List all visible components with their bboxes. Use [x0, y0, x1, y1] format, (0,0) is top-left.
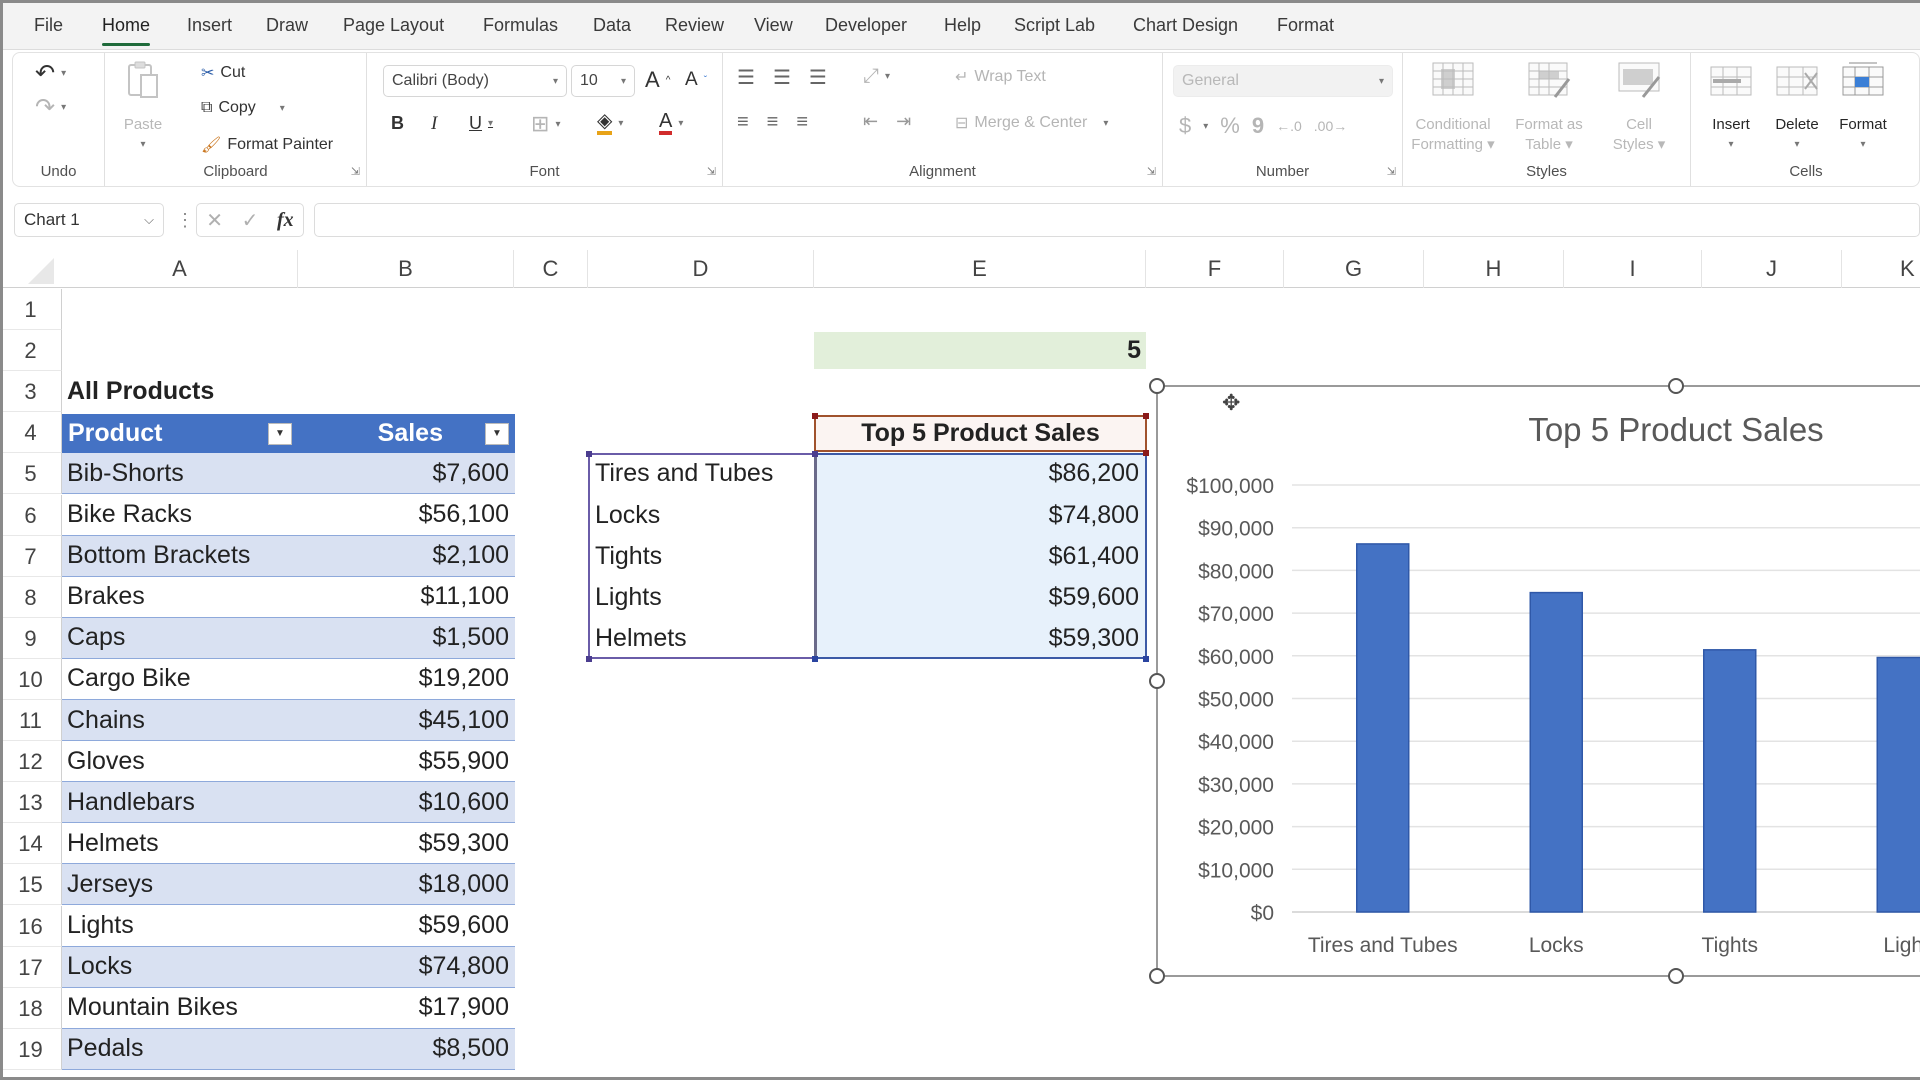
x-tick-label: Tires and Tubes: [1308, 934, 1458, 957]
bar-tires-and-tubes[interactable]: [1356, 543, 1410, 913]
y-tick-label: $80,000: [1198, 560, 1274, 583]
resize-handle[interactable]: [1668, 968, 1684, 984]
y-tick-label: $0: [1251, 902, 1274, 925]
resize-handle[interactable]: [1149, 673, 1165, 689]
bar-locks[interactable]: [1529, 591, 1583, 913]
x-tick-label: Ligh: [1883, 934, 1920, 957]
move-cursor-icon: ✥: [1222, 390, 1241, 415]
y-tick-label: $30,000: [1198, 774, 1274, 797]
resize-handle[interactable]: [1149, 378, 1165, 394]
resize-handle[interactable]: [1149, 968, 1165, 984]
chart[interactable]: $0 $10,000 $20,000 $30,000 $40,000 $50,000 $60…: [0, 0, 1920, 1080]
y-tick-label: $10,000: [1198, 859, 1274, 882]
x-tick-label: Locks: [1529, 934, 1584, 957]
y-tick-label: $100,000: [1186, 475, 1274, 498]
bar-tights[interactable]: [1703, 649, 1757, 913]
chart-title[interactable]: Top 5 Product Sales: [1528, 411, 1823, 448]
y-tick-label: $70,000: [1198, 603, 1274, 626]
y-tick-label: $40,000: [1198, 731, 1274, 754]
x-tick-label: Tights: [1702, 934, 1758, 957]
y-tick-label: $90,000: [1198, 518, 1274, 541]
y-tick-label: $60,000: [1198, 646, 1274, 669]
y-tick-label: $20,000: [1198, 817, 1274, 840]
y-tick-label: $50,000: [1198, 689, 1274, 712]
resize-handle[interactable]: [1668, 378, 1684, 394]
bar-lights[interactable]: [1876, 656, 1920, 913]
